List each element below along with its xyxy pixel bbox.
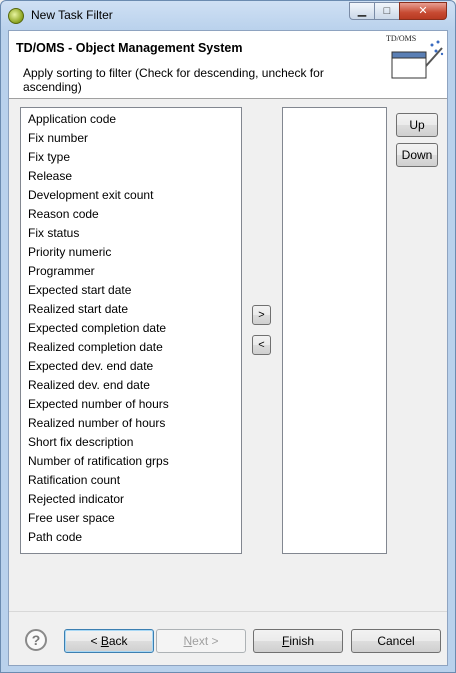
next-button-mnemonic: N: [183, 634, 193, 648]
list-item[interactable]: Free user space: [21, 509, 241, 528]
back-button-mnemonic: B: [100, 634, 109, 648]
list-item[interactable]: Expected dev. end date: [21, 357, 241, 376]
list-item[interactable]: Application code: [21, 110, 241, 129]
next-button[interactable]: Next >: [156, 629, 246, 653]
add-field-button[interactable]: >: [252, 305, 271, 325]
maximize-button[interactable]: □: [374, 2, 400, 20]
cancel-button[interactable]: Cancel: [351, 629, 441, 653]
finish-button-label: inish: [289, 634, 315, 648]
list-item[interactable]: Fix type: [21, 148, 241, 167]
list-item[interactable]: Realized start date: [21, 300, 241, 319]
dialog-window: New Task Filter ▁ □ ✕ TD/OMS - Object Ma…: [0, 0, 456, 673]
move-up-button[interactable]: Up: [396, 113, 438, 137]
title-bar[interactable]: New Task Filter ▁ □ ✕: [1, 1, 455, 29]
minimize-button[interactable]: ▁: [349, 2, 375, 20]
wizard-header: TD/OMS - Object Management System Apply …: [9, 31, 447, 99]
back-button-label: ack: [108, 634, 128, 648]
back-button[interactable]: < Back: [64, 629, 154, 653]
finish-button[interactable]: Finish: [253, 629, 343, 653]
list-item[interactable]: Expected number of hours: [21, 395, 241, 414]
available-fields-list[interactable]: Application code Fix number Fix type Releas…: [20, 107, 242, 554]
footer-separator: [9, 611, 447, 612]
next-button-label: ext >: [192, 634, 219, 648]
list-item[interactable]: Realized number of hours: [21, 414, 241, 433]
list-item[interactable]: Rejected indicator: [21, 490, 241, 509]
list-item[interactable]: Release: [21, 167, 241, 186]
list-item[interactable]: Short fix description: [21, 433, 241, 452]
close-button[interactable]: ✕: [399, 2, 447, 20]
list-item[interactable]: Expected start date: [21, 281, 241, 300]
list-item[interactable]: Fix number: [21, 129, 241, 148]
window-title: New Task Filter: [31, 8, 113, 22]
list-item[interactable]: Path code: [21, 528, 241, 547]
page-title: TD/OMS - Object Management System: [16, 41, 243, 55]
list-item[interactable]: Programmer: [21, 262, 241, 281]
move-down-button[interactable]: Down: [396, 143, 438, 167]
app-icon: [8, 8, 24, 24]
list-item[interactable]: Reason code: [21, 205, 241, 224]
list-item[interactable]: Number of ratification grps: [21, 452, 241, 471]
remove-field-button[interactable]: <: [252, 335, 271, 355]
page-description: Apply sorting to filter (Check for desce…: [23, 66, 324, 94]
back-button-prefix: <: [90, 634, 101, 648]
list-item[interactable]: Ratification count: [21, 471, 241, 490]
banner-label: TD/OMS: [386, 34, 416, 43]
list-item[interactable]: Expected completion date: [21, 319, 241, 338]
list-item[interactable]: Fix status: [21, 224, 241, 243]
help-icon[interactable]: ?: [25, 629, 47, 651]
list-item[interactable]: Priority numeric: [21, 243, 241, 262]
wizard-banner-icon: TD/OMS: [386, 34, 444, 79]
list-item[interactable]: Realized dev. end date: [21, 376, 241, 395]
list-item[interactable]: Development exit count: [21, 186, 241, 205]
list-item[interactable]: Realized completion date: [21, 338, 241, 357]
dialog-content: TD/OMS - Object Management System Apply …: [8, 30, 448, 666]
sort-fields-list[interactable]: [282, 107, 387, 554]
